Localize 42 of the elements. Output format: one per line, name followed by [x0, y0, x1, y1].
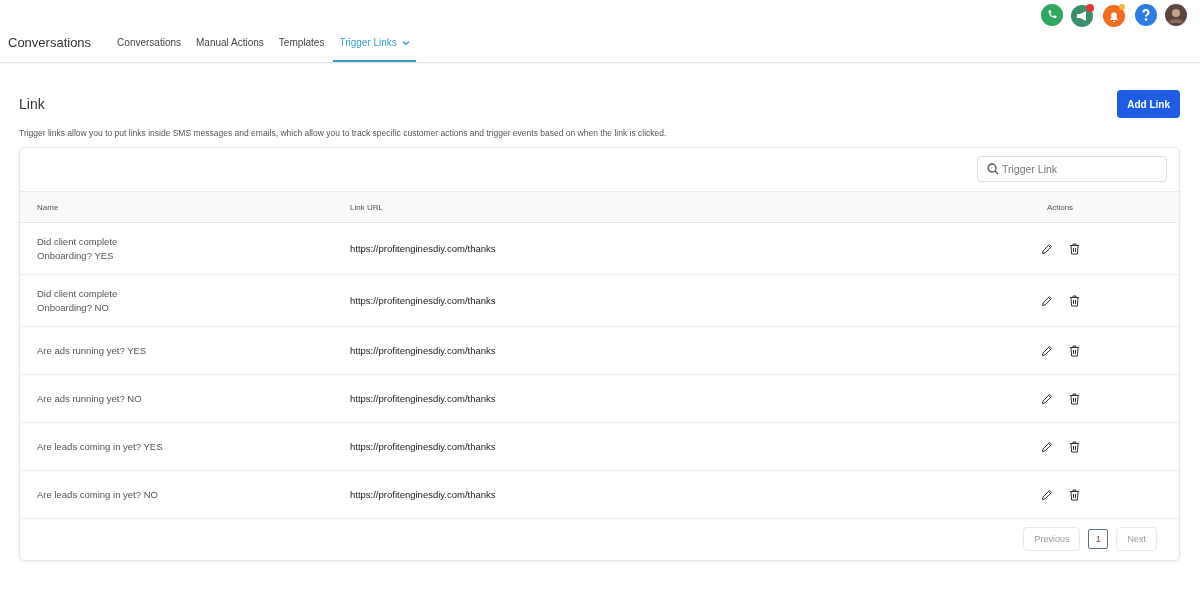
url-cell-text: https://profitenginesdiy.com/thanks [350, 295, 497, 306]
name-cell-text: Are leads coming in yet? NO [36, 487, 159, 502]
page-title: Link [19, 96, 45, 112]
column-header: Name [36, 202, 60, 212]
delete-icon[interactable] [1068, 392, 1080, 405]
nav-tab[interactable]: Manual Actions [190, 37, 270, 62]
nav-tab[interactable]: Templates [272, 37, 331, 62]
name-cell-text: Are ads running yet? YES [36, 343, 148, 358]
name-cell-text: Are leads coming in yet? YES [36, 439, 164, 454]
delete-icon[interactable] [1068, 488, 1080, 501]
avatar[interactable] [1165, 4, 1187, 26]
url-cell-text: https://profitenginesdiy.com/thanks [350, 441, 497, 452]
edit-icon[interactable] [1040, 344, 1053, 357]
edit-icon[interactable] [1040, 242, 1053, 255]
delete-icon[interactable] [1068, 242, 1080, 255]
megaphone-icon[interactable] [1071, 3, 1095, 27]
delete-icon[interactable] [1068, 294, 1080, 307]
url-cell-text: https://profitenginesdiy.com/thanks [350, 243, 497, 254]
delete-icon[interactable] [1068, 440, 1080, 453]
url-cell-text: https://profitenginesdiy.com/thanks [350, 393, 497, 404]
phone-icon[interactable] [1041, 4, 1063, 26]
search-icon [987, 163, 999, 175]
name-cell-text: Are ads running yet? NO [36, 391, 143, 406]
nav-tab[interactable]: Conversations [111, 37, 188, 62]
add-link-button[interactable]: Add Link [1117, 90, 1180, 118]
edit-icon[interactable] [1040, 294, 1053, 307]
bell-icon[interactable] [1103, 3, 1127, 27]
page-number[interactable]: 1 [1088, 529, 1109, 549]
delete-icon[interactable] [1068, 344, 1080, 357]
name-cell-text: Did client complete Onboarding? NO [36, 286, 119, 315]
page-description: Trigger links allow you to put links inside SMS messages and emails, which allow you to track specific customer actions and trigger events based on when the link is clicked. [19, 128, 668, 138]
column-header: Actions [1045, 202, 1075, 212]
column-header: Link URL [350, 202, 384, 212]
edit-icon[interactable] [1040, 488, 1053, 501]
edit-icon[interactable] [1040, 440, 1053, 453]
app-title: Conversations [8, 35, 92, 52]
url-cell-text: https://profitenginesdiy.com/thanks [350, 489, 497, 500]
help-icon[interactable] [1135, 4, 1157, 26]
edit-icon[interactable] [1040, 392, 1053, 405]
search-field[interactable]: Trigger Link [977, 156, 1167, 182]
url-cell-text: https://profitenginesdiy.com/thanks [350, 345, 497, 356]
name-cell-text: Did client complete Onboarding? YES [36, 234, 119, 263]
